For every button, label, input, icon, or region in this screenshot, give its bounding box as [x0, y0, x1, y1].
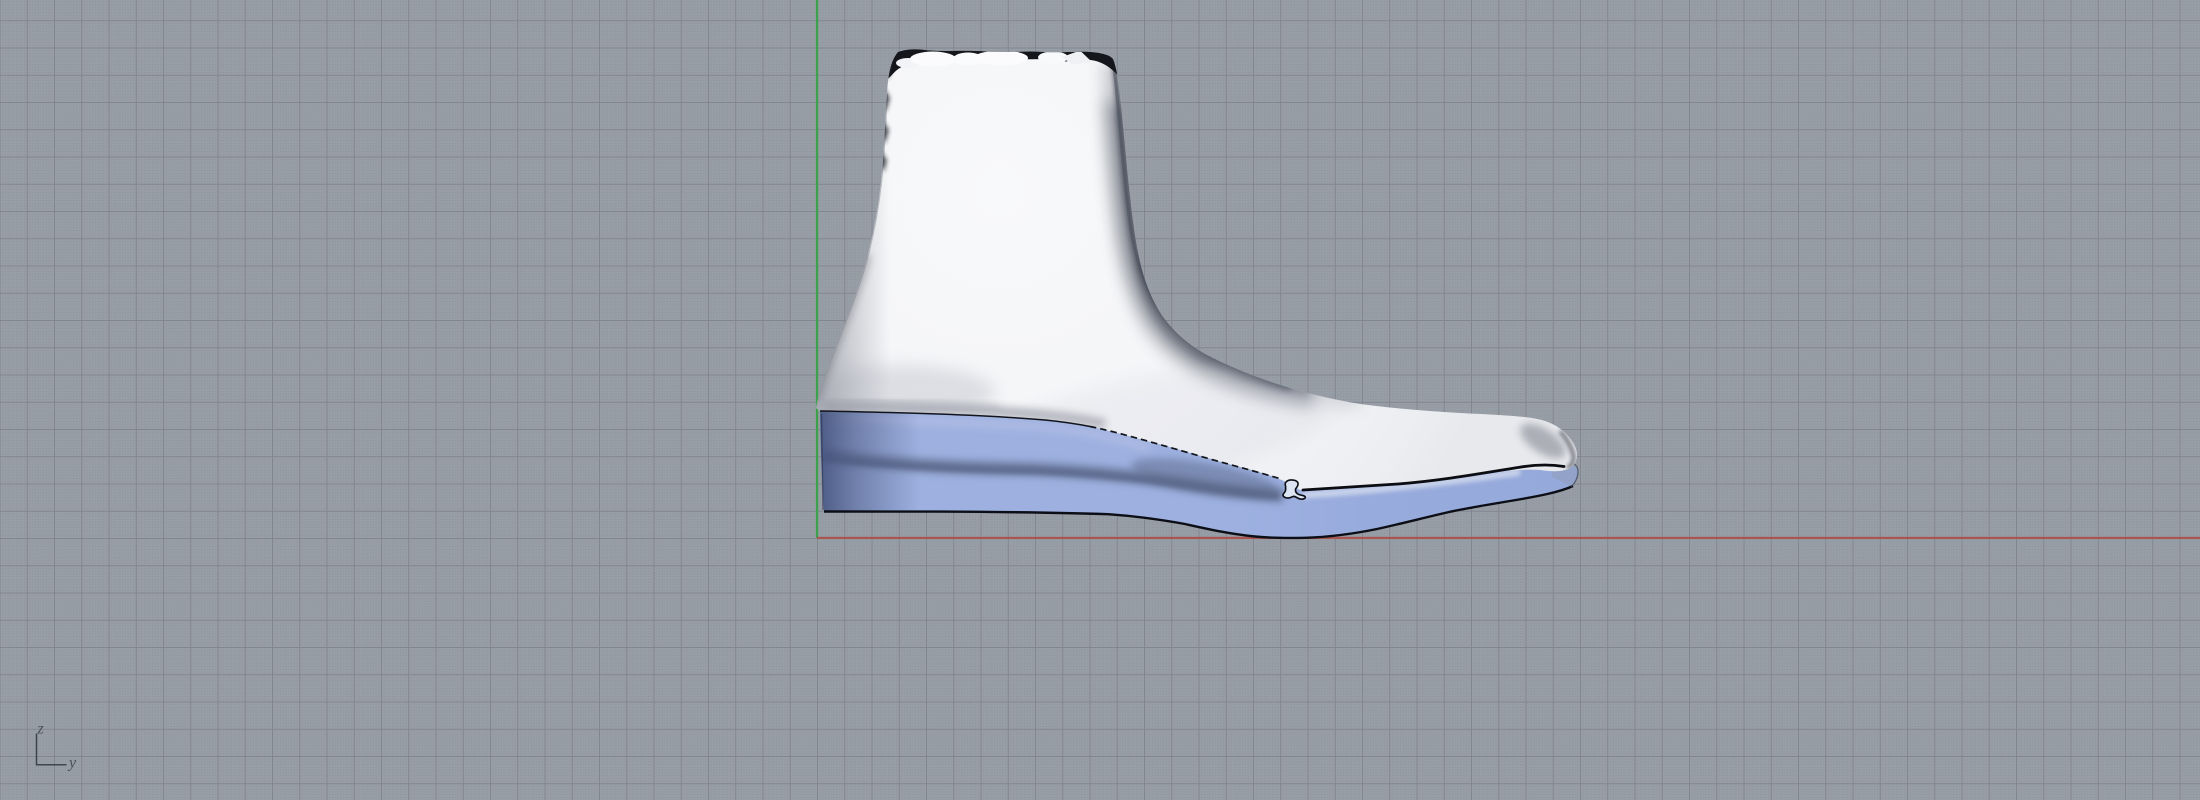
- svg-text:y: y: [67, 755, 77, 772]
- svg-text:z: z: [37, 721, 45, 738]
